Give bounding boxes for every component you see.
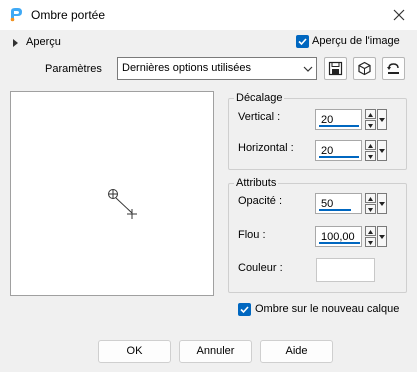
new-layer-label: Ombre sur le nouveau calque <box>255 303 400 315</box>
attributes-group-title: Attributs <box>234 177 279 189</box>
color-swatch[interactable] <box>316 258 375 282</box>
vertical-level-bar <box>319 125 359 127</box>
spin-dropdown-icon[interactable] <box>377 140 387 161</box>
new-layer-checkbox[interactable] <box>238 303 251 316</box>
window-title: Ombre portée <box>31 8 106 22</box>
save-preset-button[interactable] <box>324 57 347 80</box>
blur-spinbox[interactable]: 100,00 <box>315 226 387 247</box>
horizontal-label: Horizontal : <box>238 142 294 154</box>
title-bar: Ombre portée <box>0 0 417 30</box>
manage-resources-button[interactable] <box>353 57 376 80</box>
opacity-spinbox[interactable]: 50 <box>315 193 387 214</box>
blur-level-bar <box>319 242 360 244</box>
blur-label: Flou : <box>238 229 266 241</box>
presets-dropdown[interactable]: Dernières options utilisées <box>117 57 317 80</box>
preview-on-image-checkbox[interactable] <box>296 35 309 48</box>
preview-expander[interactable]: Aperçu <box>13 36 83 50</box>
vertical-spinbox[interactable]: 20 <box>315 109 387 130</box>
opacity-input[interactable]: 50 <box>315 193 362 214</box>
save-icon <box>328 61 343 76</box>
expand-arrow-icon <box>13 39 18 47</box>
shadow-origin-icon <box>108 189 118 199</box>
spin-up-icon[interactable] <box>365 140 376 150</box>
presets-label: Paramètres <box>45 63 102 75</box>
spin-dropdown-icon[interactable] <box>377 226 387 247</box>
ok-button[interactable]: OK <box>98 340 171 363</box>
spin-down-icon[interactable] <box>365 237 376 247</box>
preview-area[interactable] <box>10 91 214 296</box>
spin-up-icon[interactable] <box>365 226 376 236</box>
spin-dropdown-icon[interactable] <box>377 193 387 214</box>
color-label: Couleur : <box>238 262 283 274</box>
horizontal-input[interactable]: 20 <box>315 140 362 161</box>
reset-icon <box>387 63 399 74</box>
vertical-label: Vertical : <box>238 111 281 123</box>
spin-up-icon[interactable] <box>365 193 376 203</box>
spin-dropdown-icon[interactable] <box>377 109 387 130</box>
horizontal-level-bar <box>319 156 359 158</box>
close-icon[interactable] <box>388 5 410 25</box>
help-button[interactable]: Aide <box>260 340 333 363</box>
offset-group-title: Décalage <box>234 92 285 104</box>
vertical-input[interactable]: 20 <box>315 109 362 130</box>
blur-input[interactable]: 100,00 <box>315 226 362 247</box>
spin-up-icon[interactable] <box>365 109 376 119</box>
reset-defaults-button[interactable] <box>382 57 405 80</box>
spin-down-icon[interactable] <box>365 204 376 214</box>
cancel-button[interactable]: Annuler <box>179 340 252 363</box>
spin-down-icon[interactable] <box>365 120 376 130</box>
cube-icon <box>358 61 371 76</box>
chevron-down-icon <box>300 58 316 79</box>
opacity-level-bar <box>319 209 351 211</box>
presets-value: Dernières options utilisées <box>122 62 252 74</box>
opacity-label: Opacité : <box>238 195 283 207</box>
shadow-offset-handle-icon <box>127 209 137 219</box>
preview-expander-label: Aperçu <box>26 36 61 48</box>
horizontal-spinbox[interactable]: 20 <box>315 140 387 161</box>
preview-on-image-label: Aperçu de l'image <box>312 35 400 47</box>
app-logo-icon <box>8 7 24 23</box>
spin-down-icon[interactable] <box>365 151 376 161</box>
